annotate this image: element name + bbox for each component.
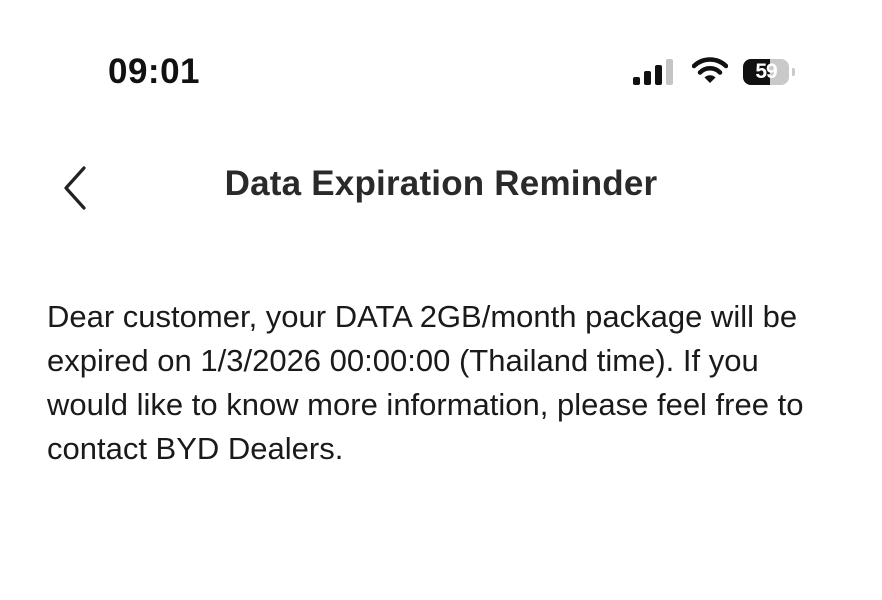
battery-tip — [792, 68, 795, 76]
chevron-left-icon — [64, 166, 86, 210]
cellular-signal-icon — [633, 59, 673, 85]
battery-body: 59 — [743, 59, 789, 85]
wifi-icon — [692, 57, 728, 83]
battery-level: 59 — [755, 60, 777, 83]
navigation-bar: Data Expiration Reminder — [0, 150, 882, 230]
status-bar: 09:01 59 — [0, 0, 882, 140]
battery-icon: 59 — [743, 59, 795, 87]
message-body: Dear customer, your DATA 2GB/month packa… — [47, 299, 804, 466]
page-title: Data Expiration Reminder — [224, 164, 658, 203]
back-button[interactable] — [56, 162, 96, 214]
status-time: 09:01 — [108, 52, 201, 91]
